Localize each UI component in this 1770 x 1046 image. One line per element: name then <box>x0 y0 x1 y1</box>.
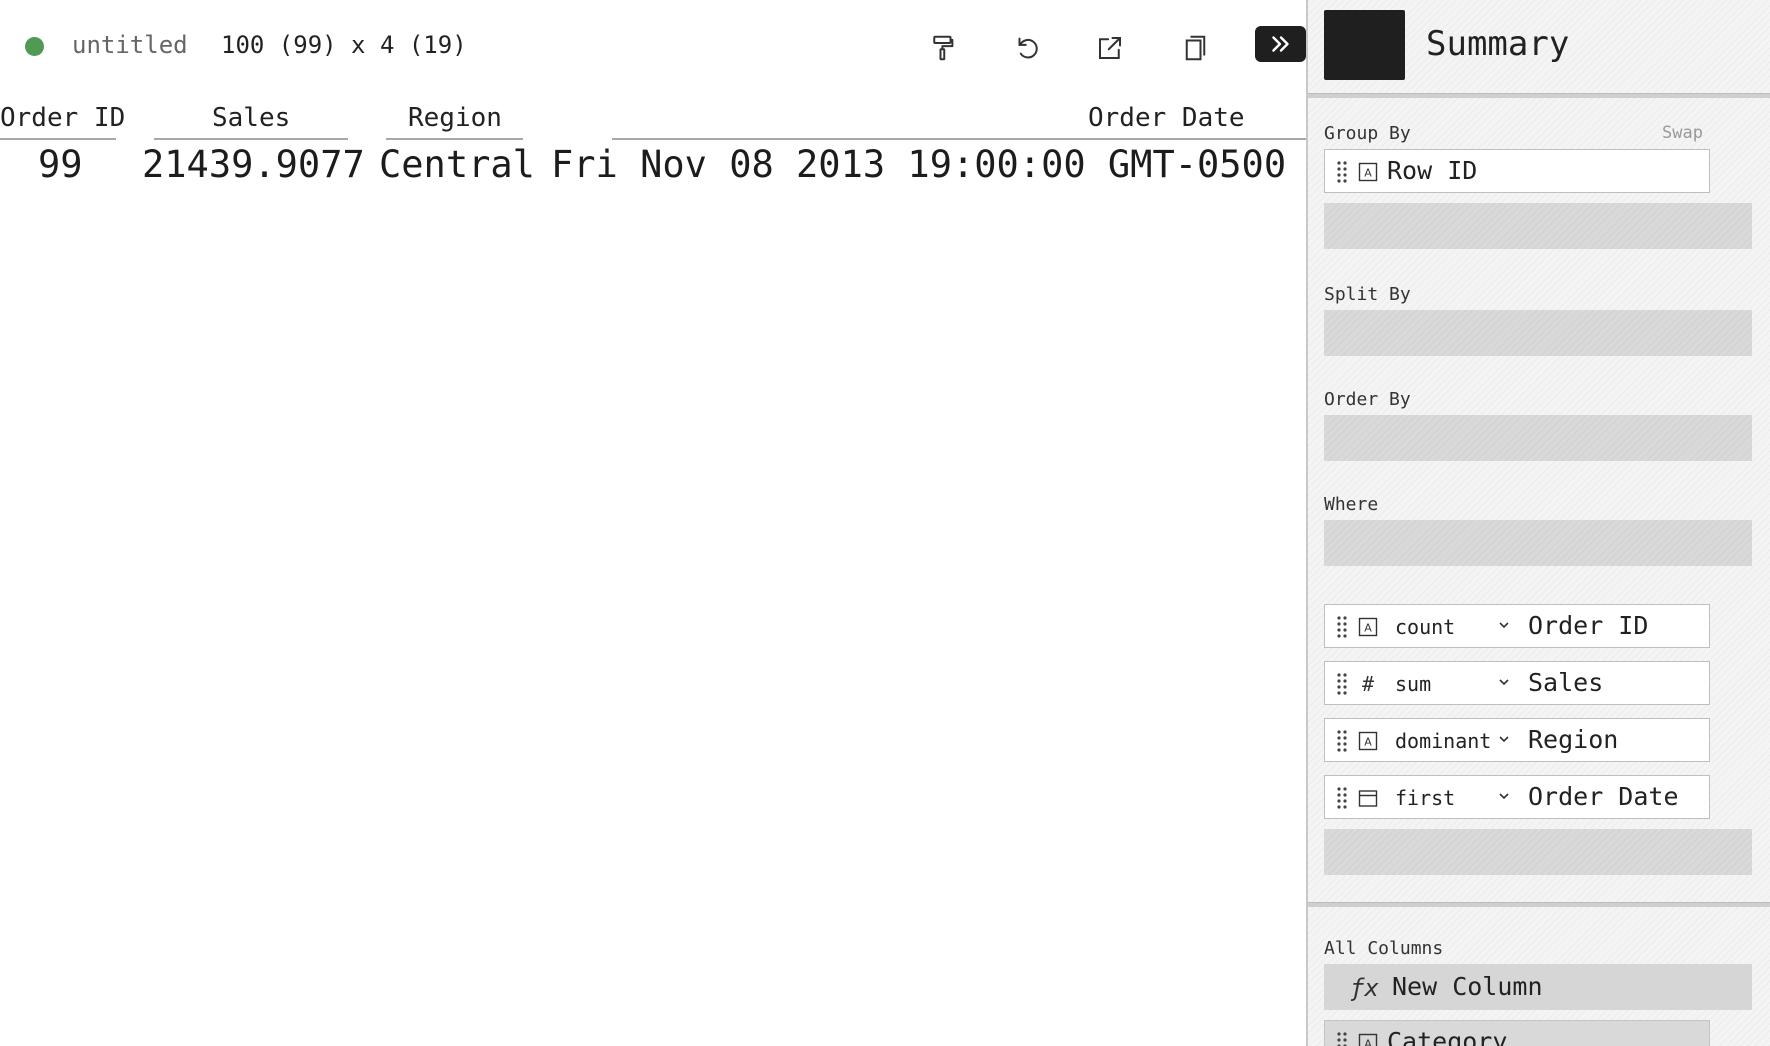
plugin-icon <box>1324 10 1405 80</box>
status-bar: untitled 100 (99) x 4 (19) <box>0 0 1306 92</box>
active-column-name: Region <box>1528 725 1619 754</box>
svg-text:A: A <box>1364 167 1372 180</box>
drag-handle-icon[interactable] <box>1335 1031 1349 1046</box>
svg-text:A: A <box>1364 622 1372 635</box>
date-type-icon <box>1358 790 1378 807</box>
string-type-icon: A <box>1358 617 1378 637</box>
drag-handle-icon[interactable] <box>1335 729 1349 753</box>
column-header-divider <box>0 138 116 140</box>
cell-order-id[interactable]: 99 <box>38 143 83 186</box>
settings-panel: Summary Group By A Row ID Split By Order… <box>1306 0 1770 1046</box>
column-header-divider <box>612 138 1306 140</box>
inactive-column-name: Category <box>1387 1027 1508 1046</box>
datagrid-view: untitled 100 (99) x 4 (19) Order ID Sale… <box>0 0 1306 1046</box>
string-type-icon: A <box>1358 731 1378 751</box>
plugin-selector[interactable]: Summary <box>1308 0 1770 92</box>
group-by-label: Group By <box>1324 123 1411 144</box>
split-by-label: Split By <box>1324 284 1411 305</box>
reset-button[interactable] <box>1007 28 1047 68</box>
order-by-label: Order By <box>1324 389 1411 410</box>
plugin-name[interactable]: Summary <box>1426 24 1569 64</box>
paint-roller-icon <box>933 35 954 61</box>
group-by-dropzone[interactable] <box>1324 203 1752 249</box>
drag-handle-icon[interactable] <box>1335 672 1349 696</box>
double-chevron-right-icon <box>1271 36 1289 52</box>
aggregate-selector[interactable]: first <box>1395 786 1455 810</box>
aggregate-selector[interactable]: dominant <box>1395 729 1491 753</box>
column-header-order-id[interactable]: Order ID <box>0 103 125 133</box>
status-indicator <box>25 37 44 56</box>
group-by-pill[interactable]: A Row ID <box>1324 149 1710 193</box>
panel-divider <box>1308 902 1770 907</box>
svg-text:A: A <box>1364 1038 1372 1046</box>
column-header-divider <box>154 138 348 140</box>
column-header-divider <box>386 138 523 140</box>
chevron-down-icon[interactable] <box>1498 619 1510 631</box>
cell-region[interactable]: Central <box>379 143 535 186</box>
active-column-order-date[interactable]: first Order Date <box>1324 775 1710 819</box>
where-dropzone[interactable] <box>1324 520 1752 566</box>
format-button[interactable] <box>923 28 963 68</box>
string-type-icon: A <box>1358 162 1378 182</box>
active-column-name: Sales <box>1528 668 1604 697</box>
chevron-down-icon[interactable] <box>1498 733 1510 745</box>
drag-handle-icon[interactable] <box>1335 786 1349 810</box>
swap-button[interactable]: Swap <box>1662 123 1703 143</box>
copy-button[interactable] <box>1173 28 1213 68</box>
function-icon: ƒx <box>1350 974 1379 1002</box>
view-title[interactable]: untitled <box>72 31 188 59</box>
group-by-column-name: Row ID <box>1387 156 1478 185</box>
active-column-sales[interactable]: # sum Sales <box>1324 661 1710 705</box>
split-by-dropzone[interactable] <box>1324 310 1752 356</box>
row-column-count: 100 (99) x 4 (19) <box>221 31 467 59</box>
cell-order-date[interactable]: Fri Nov 08 2013 19:00:00 GMT-0500 ( <box>551 143 1306 186</box>
aggregate-selector[interactable]: sum <box>1395 672 1431 696</box>
string-type-icon: A <box>1358 1033 1378 1046</box>
external-link-icon <box>1099 37 1121 59</box>
chevron-down-icon[interactable] <box>1498 790 1510 802</box>
collapse-settings-button[interactable] <box>1255 26 1306 62</box>
number-type-icon: # <box>1361 672 1375 696</box>
order-by-dropzone[interactable] <box>1324 415 1752 461</box>
undo-icon <box>1018 37 1038 59</box>
copy-icon <box>1185 35 1206 61</box>
column-header-order-date[interactable]: Order Date <box>1088 103 1245 133</box>
active-column-name: Order Date <box>1528 782 1679 811</box>
drag-handle-icon[interactable] <box>1335 615 1349 639</box>
where-label: Where <box>1324 494 1379 515</box>
column-header-sales[interactable]: Sales <box>212 103 290 133</box>
drag-handle-icon[interactable] <box>1335 160 1349 184</box>
active-column-name: Order ID <box>1528 611 1649 640</box>
inactive-column-category[interactable]: A Category <box>1324 1020 1710 1046</box>
cell-sales[interactable]: 21439.9077 <box>142 143 365 186</box>
new-column-label: New Column <box>1392 972 1543 1001</box>
column-header-region[interactable]: Region <box>408 103 502 133</box>
panel-divider <box>1308 93 1770 98</box>
active-column-order-id[interactable]: A count Order ID <box>1324 604 1710 648</box>
active-columns-dropzone[interactable] <box>1324 829 1752 875</box>
active-column-region[interactable]: A dominant Region <box>1324 718 1710 762</box>
export-button[interactable] <box>1090 28 1130 68</box>
chevron-down-icon[interactable] <box>1498 676 1510 688</box>
aggregate-selector[interactable]: count <box>1395 615 1455 639</box>
all-columns-label: All Columns <box>1324 938 1444 959</box>
svg-text:A: A <box>1364 736 1372 749</box>
new-column-button[interactable]: ƒx New Column <box>1324 964 1752 1010</box>
